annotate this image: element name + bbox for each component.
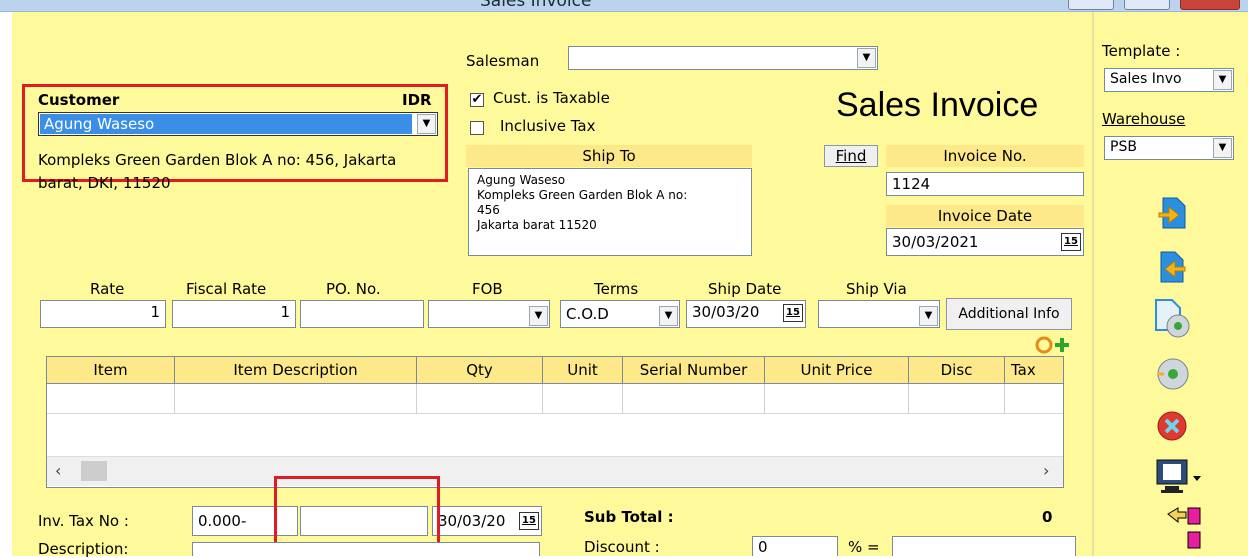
po-no-label: PO. No. [326,280,381,298]
maximize-button[interactable] [1124,0,1170,10]
percent-equals-label: % = [848,538,880,556]
print-preview-icon[interactable] [1155,458,1205,498]
chevron-down-icon[interactable]: ▼ [1213,70,1232,90]
delete-icon[interactable] [1156,410,1188,442]
column-header-item[interactable]: Item [47,357,175,383]
calendar-icon[interactable]: 15 [783,304,803,322]
scroll-right-icon[interactable]: › [1043,461,1049,480]
discount-label: Discount : [584,538,660,556]
terms-label: Terms [594,280,639,298]
cust-taxable-label: Cust. is Taxable [493,89,610,107]
ship-to-line: 456 [477,203,500,217]
ship-to-line: Jakarta barat 11520 [477,218,597,232]
customer-address-line2: barat, DKI, 11520 [38,174,171,192]
previous-record-icon[interactable] [1155,196,1189,230]
warehouse-select[interactable]: PSB ▼ [1104,136,1234,160]
salesman-select[interactable]: ▼ [568,46,878,70]
chevron-down-icon[interactable]: ▼ [417,114,436,134]
document-checklist-icon[interactable] [1166,506,1206,556]
ship-via-label: Ship Via [846,280,907,298]
column-header-disc[interactable]: Disc [909,357,1005,383]
invoice-date-header: Invoice Date [886,205,1084,227]
column-header-serial-number[interactable]: Serial Number [623,357,765,383]
invoice-no-field[interactable]: 1124 [886,172,1084,196]
horizontal-scrollbar[interactable]: ‹ › [47,456,1063,486]
invoice-date-field[interactable]: 30/03/2021 15 [886,228,1084,256]
cust-taxable-checkbox[interactable]: ✔ [470,93,484,107]
ship-to-line: Kompleks Green Garden Blok A no: [477,188,688,202]
scroll-thumb[interactable] [81,461,107,481]
table-row[interactable] [47,384,1063,414]
find-button[interactable]: Find [824,145,878,167]
save-document-icon[interactable] [1152,298,1194,340]
column-header-item-description[interactable]: Item Description [175,357,417,383]
ship-date-field[interactable]: 30/03/20 15 [686,300,806,328]
customer-select[interactable]: Agung Waseso ▼ [38,112,438,136]
disc-icon[interactable] [1155,356,1191,392]
refresh-add-icon[interactable] [1030,334,1074,356]
rate-label: Rate [90,280,125,298]
close-button[interactable] [1180,0,1240,10]
warehouse-label: Warehouse [1102,110,1186,128]
chevron-down-icon[interactable]: ▼ [1213,138,1232,158]
minimize-button[interactable] [1068,0,1114,10]
ship-via-select[interactable]: ▼ [818,300,940,328]
ship-date-label: Ship Date [708,280,782,298]
salesman-label: Salesman [466,52,540,70]
inclusive-tax-checkbox[interactable] [470,121,484,135]
inv-tax-date-field[interactable]: 30/03/20 15 [432,506,542,536]
column-header-qty[interactable]: Qty [417,357,543,383]
description-label: Description: [38,540,129,558]
currency-label: IDR [402,91,432,109]
po-no-field[interactable] [300,300,424,328]
ship-to-header: Ship To [466,145,752,167]
chevron-down-icon[interactable]: ▼ [857,48,876,68]
subtotal-value: 0 [1042,508,1053,526]
fob-select[interactable]: ▼ [428,300,550,328]
column-header-tax[interactable]: Tax [1005,357,1063,383]
template-select[interactable]: Sales Invo ▼ [1104,68,1234,92]
column-header-unit-price[interactable]: Unit Price [765,357,909,383]
window-titlebar: Sales Invoice [0,0,1248,12]
scroll-left-icon[interactable]: ‹ [55,461,61,480]
chevron-down-icon[interactable]: ▼ [919,306,938,326]
window-title: Sales Invoice [480,0,592,11]
ship-to-line: Agung Waseso [477,173,566,187]
invoice-no-header: Invoice No. [886,145,1084,167]
fob-label: FOB [472,280,503,298]
template-label: Template : [1102,42,1181,60]
rate-field[interactable]: 1 [40,300,166,328]
column-header-unit[interactable]: Unit [543,357,623,383]
subtotal-label: Sub Total : [584,508,674,526]
discount-percent-field[interactable]: 0 [752,536,838,556]
inv-tax-no-label: Inv. Tax No : [38,512,129,530]
fiscal-rate-field[interactable]: 1 [172,300,296,328]
terms-select[interactable]: C.O.D ▼ [560,300,680,328]
calendar-icon[interactable]: 15 [519,512,539,530]
items-grid-header: Item Item Description Qty Unit Serial Nu… [46,356,1064,384]
chevron-down-icon[interactable]: ▼ [659,306,678,326]
next-record-icon[interactable] [1155,250,1189,284]
page-title: Sales Invoice [836,86,1039,124]
ship-to-address-box[interactable]: Agung Waseso Kompleks Green Garden Blok … [468,168,752,256]
chevron-down-icon[interactable]: ▼ [529,306,548,326]
description-field[interactable] [192,542,540,556]
customer-label: Customer [38,91,120,109]
calendar-icon[interactable]: 15 [1061,233,1081,251]
fiscal-rate-label: Fiscal Rate [186,280,267,298]
discount-amount-field[interactable] [892,536,1076,556]
customer-address-line1: Kompleks Green Garden Blok A no: 456, Ja… [38,151,397,169]
additional-info-button[interactable]: Additional Info [946,298,1072,330]
inclusive-tax-label: Inclusive Tax [500,117,596,135]
